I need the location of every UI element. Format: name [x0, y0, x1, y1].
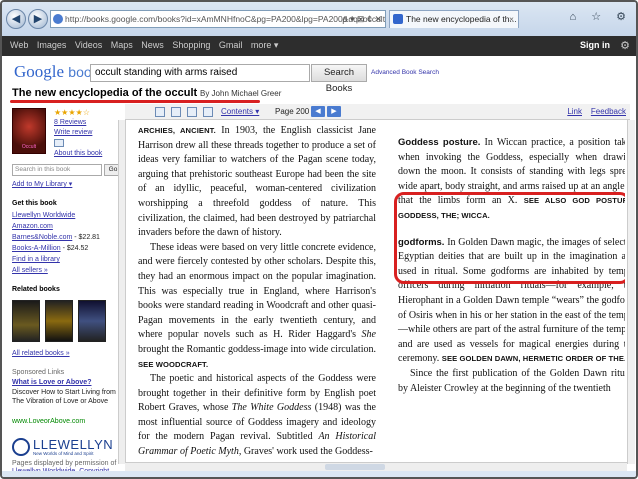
browser-toolbar: ◀ ▶ http://books.google.com/books?id=xAm… [2, 2, 636, 36]
goddess-posture-entry: Goddess posture. In Wiccan practice, a p… [398, 137, 625, 220]
tab-close-icon[interactable]: × [509, 11, 514, 27]
fullscreen-icon[interactable] [203, 107, 213, 117]
site-favicon-icon [53, 14, 63, 24]
write-review-link[interactable]: Write review [54, 129, 92, 136]
search-input[interactable]: occult standing with arms raised [90, 64, 310, 82]
nav-link-gmail[interactable]: Gmail [219, 40, 243, 50]
gear-icon[interactable]: ⚙ [620, 39, 630, 52]
permission-text: Pages displayed by permission of [12, 460, 117, 467]
view-thumbnails-icon[interactable] [187, 107, 197, 117]
all-related-link[interactable]: All related books » [12, 350, 70, 357]
ad-body: Discover How to Start Living from The Vi… [12, 389, 116, 405]
page-scrollbar[interactable] [627, 120, 635, 464]
book-page: ARCHIES, ANCIENT. In 1903, the English c… [125, 120, 625, 464]
sidebar-scrollbar[interactable] [118, 120, 125, 464]
forward-button[interactable]: ▶ [28, 9, 48, 29]
browser-tab[interactable]: The new encyclopedia of th... × [389, 10, 519, 28]
link-button[interactable]: Link [567, 104, 582, 119]
highlight-underline [10, 100, 260, 103]
nav-link-images[interactable]: Images [37, 40, 67, 50]
book-title-row: The new encyclopedia of the occult By Jo… [12, 87, 281, 99]
book-author: By John Michael Greer [199, 89, 282, 98]
reviews-link[interactable]: 8 Reviews [54, 119, 86, 126]
seller-item[interactable]: Amazon.com [12, 223, 53, 230]
status-bar [2, 471, 636, 477]
seller-item[interactable]: Books-A-Million - $24.52 [12, 245, 88, 252]
view-single-page-icon[interactable] [155, 107, 165, 117]
publisher-tagline: New Worlds of Mind and Spirit [33, 451, 94, 456]
contents-menu[interactable]: Contents ▾ [221, 104, 259, 119]
ad-url[interactable]: www.LoveorAbove.com [12, 418, 85, 425]
related-book-thumb[interactable] [12, 300, 40, 342]
seller-item[interactable]: Barnes&Noble.com - $22.81 [12, 234, 100, 241]
related-book-thumb[interactable] [45, 300, 73, 342]
prev-page-button[interactable]: ◀ [311, 106, 325, 117]
paragraph: The poetic and historical aspects of the… [138, 373, 376, 458]
address-url: http://books.google.com/books?id=xAmMNHf… [65, 14, 386, 24]
book-title[interactable]: The new encyclopedia of the occult [12, 87, 197, 99]
publisher-name: LLEWELLYN [33, 437, 114, 452]
cover-text: Occult [21, 144, 37, 150]
back-button[interactable]: ◀ [6, 9, 26, 29]
related-books-heading: Related books [12, 286, 60, 293]
scroll-thumb[interactable] [325, 464, 385, 470]
nav-link-shopping[interactable]: Shopping [172, 40, 210, 50]
nav-link-web[interactable]: Web [10, 40, 28, 50]
rating-stars: ★★★★☆ [54, 108, 90, 117]
nav-link-videos[interactable]: Videos [75, 40, 102, 50]
seller-item[interactable]: Llewellyn Worldwide [12, 212, 75, 219]
seller-item[interactable]: Find in a library [12, 256, 60, 263]
advanced-search-link[interactable]: Advanced Book Search [371, 69, 439, 76]
address-tools[interactable]: ρ ▾ ⊠ ¢ ✕ [342, 11, 382, 27]
horizontal-scrollbar[interactable] [125, 462, 627, 471]
browser-right-tools[interactable]: ⌂ ☆ ⚙ [570, 10, 632, 23]
view-two-page-icon[interactable] [171, 107, 181, 117]
viewer-toolbar: Contents ▾ Page 200 ◀ ▶ Link Feedback [125, 104, 630, 120]
tab-title: The new encyclopedia of th... [406, 14, 517, 24]
get-book-heading: Get this book [12, 200, 57, 207]
browser-window: ◀ ▶ http://books.google.com/books?id=xAm… [0, 0, 638, 479]
ad-title-link[interactable]: What is Love or Above? [12, 379, 91, 386]
next-page-button[interactable]: ▶ [327, 106, 341, 117]
page-right-column: Goddess posture. In Wiccan practice, a p… [398, 124, 625, 396]
seller-item[interactable]: All sellers » [12, 267, 48, 274]
address-bar[interactable]: http://books.google.com/books?id=xAmMNHf… [50, 10, 386, 28]
about-book-link[interactable]: About this book [54, 150, 102, 157]
paragraph: Since the first publication of the Golde… [398, 367, 625, 394]
page-number: Page 200 [275, 107, 310, 116]
publisher-logo[interactable]: LLEWELLYN New Worlds of Mind and Spirit [12, 436, 116, 460]
add-to-library-link[interactable]: Add to My Library ▾ [12, 180, 72, 188]
nav-link-more[interactable]: more ▾ [251, 40, 279, 50]
google-nav-links: Web Images Videos Maps News Shopping Gma… [10, 40, 284, 51]
page-left-column: ARCHIES, ANCIENT. In 1903, the English c… [138, 124, 376, 460]
google-nav-bar: Web Images Videos Maps News Shopping Gma… [2, 36, 636, 56]
search-in-book-input[interactable]: Search in this book [12, 164, 102, 176]
nav-link-news[interactable]: News [141, 40, 164, 50]
share-icon[interactable] [54, 139, 64, 147]
tab-favicon-icon [393, 14, 403, 24]
paragraph: ARCHIES, ANCIENT. In 1903, the English c… [138, 125, 376, 239]
sponsored-heading: Sponsored Links [12, 369, 65, 376]
nav-link-maps[interactable]: Maps [111, 40, 133, 50]
search-books-button[interactable]: Search Books [311, 64, 367, 94]
logo-google: Google [14, 62, 65, 81]
sign-in-link[interactable]: Sign in [580, 40, 610, 50]
paragraph: These ideas were based on very little co… [138, 241, 376, 369]
godforms-entry: godforms. In Golden Dawn magic, the imag… [398, 236, 625, 365]
publisher-logo-icon [12, 438, 30, 456]
related-book-thumb[interactable] [78, 300, 106, 342]
book-cover[interactable]: Occult [12, 108, 46, 154]
feedback-button[interactable]: Feedback [591, 104, 626, 119]
